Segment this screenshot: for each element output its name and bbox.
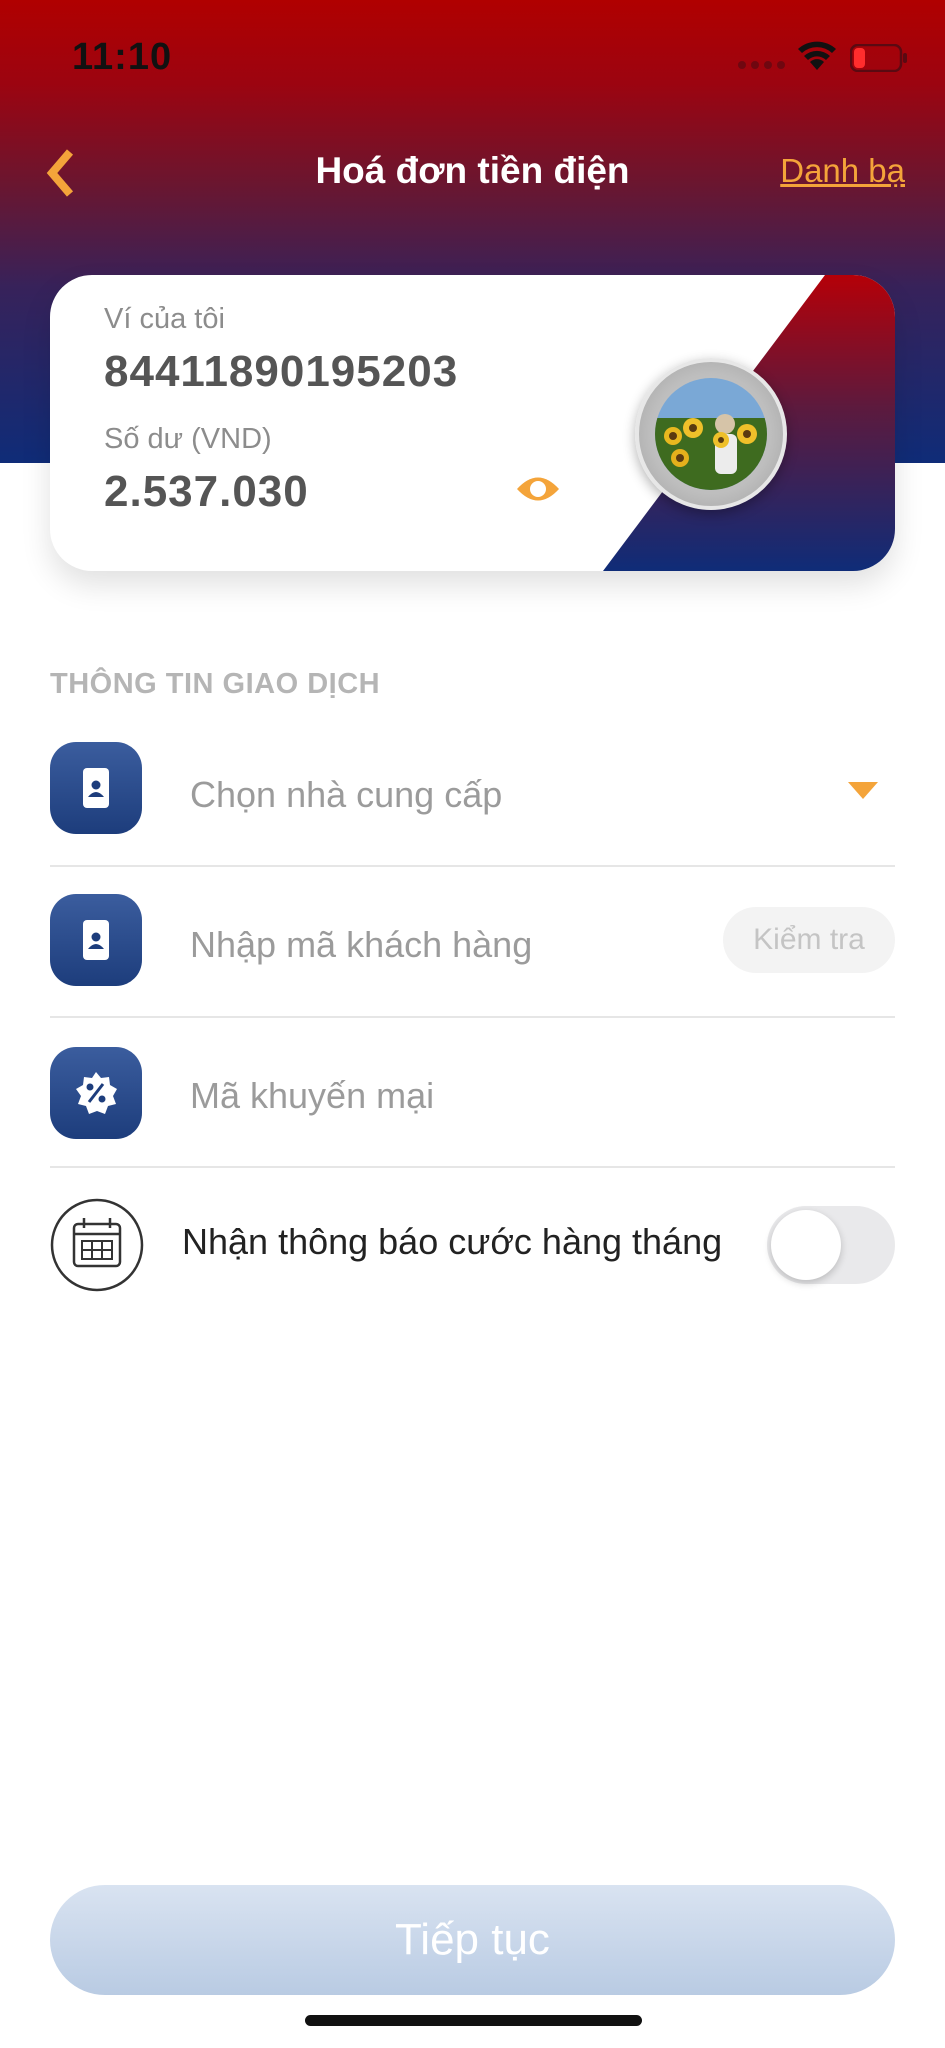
monthly-notification-row: Nhận thông báo cước hàng tháng bbox=[50, 1195, 895, 1295]
navigation-bar: Hoá đơn tiền điện Danh bạ bbox=[0, 130, 945, 210]
phone-contact-icon bbox=[50, 894, 142, 986]
phone-contact-icon bbox=[50, 742, 142, 834]
section-title: THÔNG TIN GIAO DỊCH bbox=[50, 668, 381, 700]
notification-label: Nhận thông báo cước hàng tháng bbox=[182, 1221, 723, 1262]
signal-icon bbox=[738, 56, 790, 74]
provider-select[interactable]: Chọn nhà cung cấp bbox=[50, 717, 895, 867]
continue-button[interactable]: Tiếp tục bbox=[50, 1885, 895, 1995]
discount-badge-icon bbox=[50, 1047, 142, 1139]
balance-label: Số dư (VND) bbox=[104, 423, 272, 455]
promo-code-field[interactable]: Mã khuyến mại bbox=[50, 1018, 895, 1168]
avatar[interactable] bbox=[635, 358, 787, 510]
toggle-knob bbox=[771, 1210, 841, 1280]
provider-placeholder: Chọn nhà cung cấp bbox=[190, 774, 503, 815]
customer-code-field[interactable]: Nhập mã khách hàng Kiểm tra bbox=[50, 868, 895, 1018]
check-button[interactable]: Kiểm tra bbox=[723, 907, 895, 973]
caret-down-icon[interactable] bbox=[846, 779, 880, 801]
battery-icon bbox=[850, 44, 907, 72]
wifi-icon bbox=[798, 41, 836, 70]
wallet-label: Ví của tôi bbox=[104, 303, 225, 335]
status-time: 11:10 bbox=[72, 36, 173, 78]
notification-toggle[interactable] bbox=[767, 1206, 895, 1284]
eye-icon[interactable] bbox=[515, 470, 561, 508]
home-indicator bbox=[305, 2015, 642, 2026]
balance-value: 2.537.030 bbox=[104, 467, 309, 516]
customer-code-input[interactable]: Nhập mã khách hàng bbox=[190, 924, 532, 966]
promo-code-input[interactable]: Mã khuyến mại bbox=[190, 1075, 434, 1117]
calendar-icon bbox=[50, 1198, 144, 1292]
avatar-photo bbox=[655, 378, 767, 490]
wallet-number: 84411890195203 bbox=[104, 347, 459, 396]
status-bar: 11:10 bbox=[0, 0, 945, 120]
contacts-link[interactable]: Danh bạ bbox=[780, 152, 905, 190]
wallet-card: Ví của tôi 84411890195203 Số dư (VND) 2.… bbox=[50, 275, 895, 571]
